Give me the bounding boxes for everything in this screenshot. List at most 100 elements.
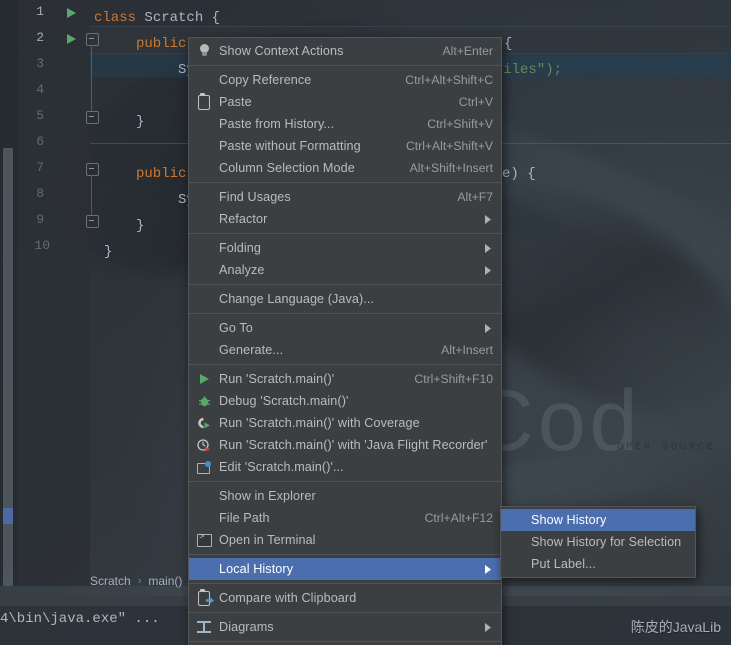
menu-item-label: Folding: [219, 241, 262, 255]
menu-item-folding[interactable]: Folding: [189, 237, 501, 259]
menu-item-copy-reference[interactable]: Copy Reference Ctrl+Alt+Shift+C: [189, 69, 501, 91]
line-number: 10: [34, 238, 50, 253]
menu-item-edit-scratch-main[interactable]: Edit 'Scratch.main()'...: [189, 456, 501, 478]
submenu-item-label: Show History for Selection: [531, 535, 682, 549]
line-number: 5: [36, 108, 44, 123]
no-icon: [189, 157, 219, 179]
menu-item-shortcut: Ctrl+Shift+V: [427, 117, 493, 131]
menu-item-debug-scratch-main[interactable]: Debug 'Scratch.main()': [189, 390, 501, 412]
menu-item-label: File Path: [219, 511, 270, 525]
menu-item-show-context-actions[interactable]: Show Context Actions Alt+Enter: [189, 40, 501, 62]
menu-item-label: Column Selection Mode: [219, 161, 355, 175]
menu-item-find-usages[interactable]: Find Usages Alt+F7: [189, 186, 501, 208]
editor-context-menu[interactable]: Show Context Actions Alt+Enter Copy Refe…: [188, 37, 502, 645]
menu-item-shortcut: Alt+Insert: [441, 343, 493, 357]
scrollbar-marker[interactable]: [3, 508, 13, 524]
chevron-right-icon: [483, 564, 493, 574]
menu-item-diagrams[interactable]: Diagrams: [189, 616, 501, 638]
run-gutter-icon[interactable]: [64, 6, 78, 20]
menu-item-shortcut: Ctrl+Alt+Shift+V: [405, 139, 493, 153]
menu-separator: [189, 233, 501, 234]
submenu-item-label: Put Label...: [531, 557, 596, 571]
breadcrumb-item-class[interactable]: Scratch: [90, 574, 131, 588]
menu-item-label: Local History: [219, 562, 294, 576]
menu-item-show-in-explorer[interactable]: Show in Explorer: [189, 485, 501, 507]
menu-item-local-history[interactable]: Local History: [189, 558, 501, 580]
menu-separator: [189, 481, 501, 482]
line-number: 2: [36, 30, 44, 45]
menu-item-label: Show in Explorer: [219, 489, 316, 503]
menu-item-generate[interactable]: Generate... Alt+Insert: [189, 339, 501, 361]
code-line-10: }: [104, 239, 112, 265]
code-line-9: }: [136, 213, 144, 239]
submenu-item-show-history[interactable]: Show History: [501, 509, 695, 531]
breadcrumb-item-method[interactable]: main(): [148, 574, 182, 588]
lightbulb-icon: [189, 40, 219, 62]
menu-item-label: Generate...: [219, 343, 284, 357]
code-line-2-tail: {: [504, 31, 512, 57]
run-gutter-icon[interactable]: [64, 32, 78, 46]
menu-item-refactor[interactable]: Refactor: [189, 208, 501, 230]
menu-item-paste-from-history[interactable]: Paste from History... Ctrl+Shift+V: [189, 113, 501, 135]
no-icon: [189, 113, 219, 135]
menu-item-label: Show Context Actions: [219, 44, 344, 58]
menu-item-label: Change Language (Java)...: [219, 292, 375, 306]
menu-item-column-selection-mode[interactable]: Column Selection Mode Alt+Shift+Insert: [189, 157, 501, 179]
menu-separator: [189, 583, 501, 584]
menu-item-paste[interactable]: Paste Ctrl+V: [189, 91, 501, 113]
submenu-item-show-history-for-selection[interactable]: Show History for Selection: [501, 531, 695, 553]
menu-item-run-scratch-main[interactable]: Run 'Scratch.main()' Ctrl+Shift+F10: [189, 368, 501, 390]
line-number: 7: [36, 160, 44, 175]
menu-item-paste-without-formatting[interactable]: Paste without Formatting Ctrl+Alt+Shift+…: [189, 135, 501, 157]
menu-item-shortcut: Alt+Enter: [442, 44, 493, 58]
chevron-right-icon: [483, 265, 493, 275]
compare-clipboard-icon: [189, 587, 219, 609]
menu-item-shortcut: Ctrl+Alt+Shift+C: [405, 73, 493, 87]
code-line-2: public: [136, 31, 186, 57]
local-history-submenu[interactable]: Show History Show History for Selection …: [500, 506, 696, 578]
menu-item-open-in-terminal[interactable]: Open in Terminal: [189, 529, 501, 551]
menu-separator: [189, 313, 501, 314]
chevron-right-icon: [483, 622, 493, 632]
menu-item-label: Refactor: [219, 212, 268, 226]
line-number: 9: [36, 212, 44, 227]
edit-config-icon: [189, 456, 219, 478]
menu-item-go-to[interactable]: Go To: [189, 317, 501, 339]
menu-separator: [189, 554, 501, 555]
menu-item-label: Run 'Scratch.main()' with 'Java Flight R…: [219, 438, 488, 452]
menu-item-file-path[interactable]: File Path Ctrl+Alt+F12: [189, 507, 501, 529]
menu-item-shortcut: Ctrl+Alt+F12: [424, 511, 493, 525]
submenu-item-put-label[interactable]: Put Label...: [501, 553, 695, 575]
menu-separator: [189, 182, 501, 183]
console-output-text: 4\bin\java.exe" ...: [0, 611, 160, 627]
code-line-1: class Scratch {: [94, 5, 220, 31]
breadcrumb-separator-icon: ›: [137, 575, 142, 587]
menu-item-run-with-coverage[interactable]: Run 'Scratch.main()' with Coverage: [189, 412, 501, 434]
breadcrumb[interactable]: Scratch › main(): [90, 570, 182, 592]
code-keyword: public: [136, 36, 187, 52]
no-icon: [189, 485, 219, 507]
menu-item-compare-with-clipboard[interactable]: Compare with Clipboard: [189, 587, 501, 609]
code-line-5: }: [136, 109, 144, 135]
menu-item-shortcut: Ctrl+Shift+F10: [414, 372, 493, 386]
menu-item-run-with-jfr[interactable]: Run 'Scratch.main()' with 'Java Flight R…: [189, 434, 501, 456]
code-line-7: public: [136, 161, 186, 187]
menu-item-label: Compare with Clipboard: [219, 591, 357, 605]
no-icon: [501, 553, 531, 575]
code-identifier: e) {: [502, 166, 536, 182]
no-icon: [189, 558, 219, 580]
no-icon: [189, 507, 219, 529]
editor-gutter[interactable]: 1 2 3 4 5 6 7 8 9 10: [18, 0, 99, 586]
menu-item-label: Run 'Scratch.main()': [219, 372, 335, 386]
code-identifier: Scratch: [136, 10, 204, 26]
menu-item-shortcut: Alt+Shift+Insert: [409, 161, 493, 175]
line-number: 4: [36, 82, 44, 97]
menu-item-analyze[interactable]: Analyze: [189, 259, 501, 281]
debug-icon: [189, 390, 219, 412]
line-number: 6: [36, 134, 44, 149]
no-icon: [189, 186, 219, 208]
menu-item-label: Paste without Formatting: [219, 139, 361, 153]
menu-item-change-language[interactable]: Change Language (Java)...: [189, 288, 501, 310]
code-line-7-tail: e) {: [502, 161, 536, 187]
code-punct: {: [504, 36, 513, 52]
